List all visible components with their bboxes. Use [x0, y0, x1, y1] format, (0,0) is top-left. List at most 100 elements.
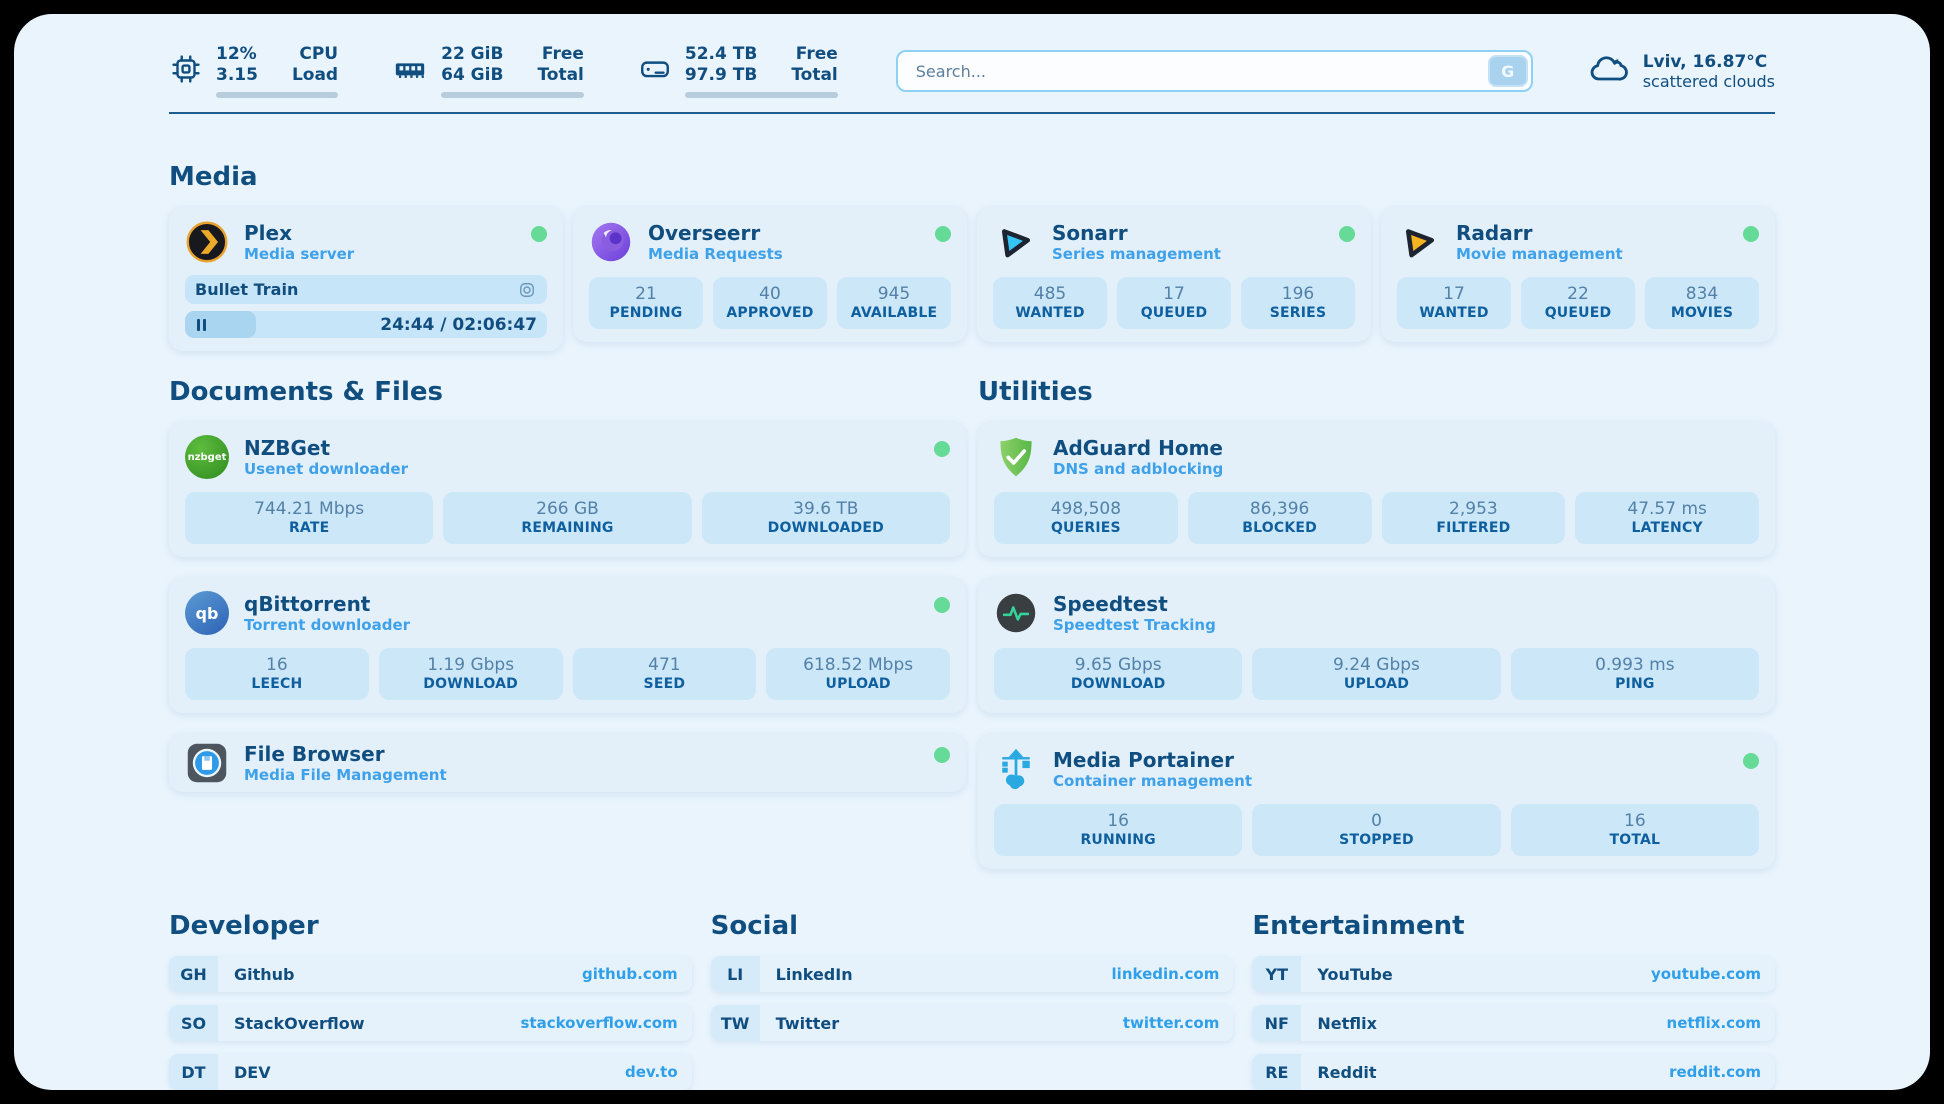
- section-documents: Documents & Files nzbget NZBGet Usenet d…: [169, 377, 966, 792]
- speedtest-subtitle: Speedtest Tracking: [1053, 616, 1216, 635]
- stat-label: DOWNLOAD: [998, 676, 1238, 692]
- overseerr-card[interactable]: Overseerr Media Requests 21 PENDING 40 A…: [573, 207, 967, 342]
- link-row-youtube[interactable]: YT YouTube youtube.com: [1252, 956, 1775, 992]
- link-url[interactable]: github.com: [582, 965, 678, 983]
- link-row-github[interactable]: GH Github github.com: [169, 956, 692, 992]
- plex-card[interactable]: Plex Media server Bullet Train 24:44: [169, 207, 563, 351]
- documents-section-title: Documents & Files: [169, 377, 966, 407]
- stat-box: 196 SERIES: [1241, 277, 1355, 329]
- stat-box: 22 QUEUED: [1521, 277, 1635, 329]
- ram-icon: [392, 52, 428, 86]
- stat-value: 16: [998, 811, 1238, 831]
- sonarr-card[interactable]: Sonarr Series management 485 WANTED 17 Q…: [977, 207, 1371, 342]
- portainer-card[interactable]: Media Portainer Container management 16 …: [978, 734, 1775, 869]
- overseerr-icon: [589, 220, 633, 264]
- stat-value: 266 GB: [447, 499, 687, 519]
- stat-value: 22: [1525, 284, 1631, 304]
- speedtest-icon: [994, 591, 1038, 635]
- speedtest-card[interactable]: Speedtest Speedtest Tracking 9.65 Gbps D…: [978, 578, 1775, 713]
- stat-box: 0.993 ms PING: [1511, 648, 1759, 700]
- developer-section-title: Developer: [169, 911, 692, 941]
- link-url[interactable]: stackoverflow.com: [520, 1014, 677, 1032]
- google-search-button[interactable]: G: [1488, 55, 1528, 87]
- speedtest-name: Speedtest: [1053, 592, 1216, 616]
- link-row-reddit[interactable]: RE Reddit reddit.com: [1252, 1054, 1775, 1090]
- stat-label: PING: [1515, 676, 1755, 692]
- stat-label: SEED: [577, 676, 753, 692]
- filebrowser-card[interactable]: File Browser Media File Management: [169, 734, 966, 792]
- stat-label: RUNNING: [998, 832, 1238, 848]
- section-social: Social LI LinkedIn linkedin.com TW Twitt…: [711, 911, 1234, 1041]
- pause-icon[interactable]: [197, 319, 206, 331]
- section-media: Media Plex Media server: [169, 162, 1775, 351]
- link-url[interactable]: linkedin.com: [1112, 965, 1220, 983]
- link-row-netflix[interactable]: NF Netflix netflix.com: [1252, 1005, 1775, 1041]
- stat-box: 39.6 TB DOWNLOADED: [702, 492, 950, 544]
- memory-monitor: 22 GiB Free 64 GiB Total: [392, 44, 584, 98]
- radarr-icon: [1397, 220, 1441, 264]
- weather-widget[interactable]: Lviv, 16.87°C scattered clouds: [1585, 49, 1775, 93]
- radarr-status-dot: [1743, 226, 1759, 242]
- stat-label: RATE: [189, 520, 429, 536]
- disk-free-value: 52.4 TB: [685, 44, 757, 64]
- stat-value: 618.52 Mbps: [770, 655, 946, 675]
- radarr-card[interactable]: Radarr Movie management 17 WANTED 22 QUE…: [1381, 207, 1775, 342]
- link-url[interactable]: netflix.com: [1667, 1014, 1761, 1032]
- overseerr-subtitle: Media Requests: [648, 245, 783, 264]
- stat-label: BLOCKED: [1192, 520, 1368, 536]
- stat-value: 16: [189, 655, 365, 675]
- sonarr-icon: [993, 220, 1037, 264]
- adguard-card[interactable]: AdGuard Home DNS and adblocking 498,508 …: [978, 422, 1775, 557]
- stat-value: 471: [577, 655, 753, 675]
- ram-total-value: 64 GiB: [441, 65, 503, 85]
- link-url[interactable]: dev.to: [625, 1063, 678, 1081]
- stat-label: UPLOAD: [770, 676, 946, 692]
- link-name: LinkedIn: [776, 965, 853, 984]
- link-url[interactable]: reddit.com: [1669, 1063, 1761, 1081]
- stat-label: WANTED: [1401, 305, 1507, 321]
- stat-value: 2,953: [1386, 499, 1562, 519]
- link-row-twitter[interactable]: TW Twitter twitter.com: [711, 1005, 1234, 1041]
- stat-value: 47.57 ms: [1579, 499, 1755, 519]
- stat-box: 86,396 BLOCKED: [1188, 492, 1372, 544]
- stat-box: 2,953 FILTERED: [1382, 492, 1566, 544]
- nzbget-card[interactable]: nzbget NZBGet Usenet downloader 744.21 M…: [169, 422, 966, 557]
- link-url[interactable]: youtube.com: [1651, 965, 1761, 983]
- filebrowser-name: File Browser: [244, 742, 447, 766]
- qbittorrent-card[interactable]: qb qBittorrent Torrent downloader 16 LEE…: [169, 578, 966, 713]
- nzbget-status-dot: [934, 441, 950, 457]
- stat-value: 39.6 TB: [706, 499, 946, 519]
- link-name: Github: [234, 965, 295, 984]
- radarr-subtitle: Movie management: [1456, 245, 1623, 264]
- ram-progress-bar: [441, 92, 584, 98]
- radarr-name: Radarr: [1456, 221, 1623, 245]
- stat-label: SERIES: [1245, 305, 1351, 321]
- link-row-stackoverflow[interactable]: SO StackOverflow stackoverflow.com: [169, 1005, 692, 1041]
- stat-value: 86,396: [1192, 499, 1368, 519]
- nzbget-name: NZBGet: [244, 436, 408, 460]
- reddit-badge: RE: [1252, 1054, 1301, 1090]
- plex-status-dot: [531, 226, 547, 242]
- stat-label: LATENCY: [1579, 520, 1755, 536]
- stat-label: DOWNLOADED: [706, 520, 946, 536]
- stat-label: LEECH: [189, 676, 365, 692]
- media-section-title: Media: [169, 162, 1775, 192]
- stat-value: 498,508: [998, 499, 1174, 519]
- link-row-dev[interactable]: DT DEV dev.to: [169, 1054, 692, 1090]
- sonarr-status-dot: [1339, 226, 1355, 242]
- search-input[interactable]: [896, 50, 1533, 92]
- search-bar: G: [896, 50, 1533, 92]
- adguard-icon: [994, 435, 1038, 479]
- stat-value: 196: [1245, 284, 1351, 304]
- ram-free-value: 22 GiB: [441, 44, 503, 64]
- link-url[interactable]: twitter.com: [1123, 1014, 1219, 1032]
- session-icon[interactable]: [517, 280, 537, 300]
- cpu-icon: [169, 52, 203, 86]
- stat-box: 40 APPROVED: [713, 277, 827, 329]
- disk-total-value: 97.9 TB: [685, 65, 757, 85]
- qbittorrent-icon: qb: [185, 591, 229, 635]
- stat-box: 618.52 Mbps UPLOAD: [766, 648, 950, 700]
- link-row-linkedin[interactable]: LI LinkedIn linkedin.com: [711, 956, 1234, 992]
- stat-value: 834: [1649, 284, 1755, 304]
- weather-location-temp: Lviv, 16.87°C: [1643, 52, 1775, 72]
